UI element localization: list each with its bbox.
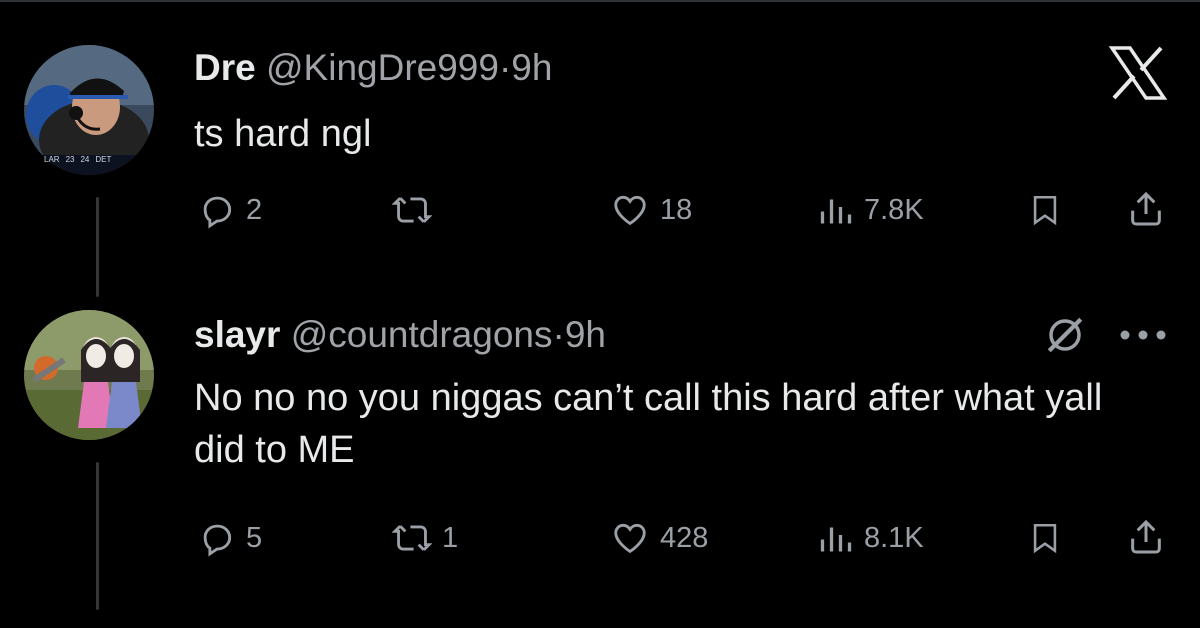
tweet-text: No no no you niggas can’t call this hard… xyxy=(194,377,1103,471)
views-icon xyxy=(820,527,852,552)
reply-icon xyxy=(203,196,232,229)
bookmark-icon xyxy=(1033,195,1057,226)
tweet-header: slayr @countdragons·9h xyxy=(194,313,606,357)
views-icon xyxy=(820,199,852,224)
reply-button[interactable]: 2 xyxy=(198,191,262,229)
separator-dot: · xyxy=(498,47,512,88)
tweet-header: Dre @KingDre999·9h xyxy=(194,46,552,90)
tweet-text: ts hard ngl xyxy=(194,113,372,155)
top-divider xyxy=(0,0,1200,2)
x-logo-icon[interactable] xyxy=(1108,46,1168,105)
like-count: 18 xyxy=(660,193,693,226)
views-button[interactable]: 7.8K xyxy=(818,191,924,229)
separator-dot: · xyxy=(552,314,565,355)
repost-button[interactable]: 1 xyxy=(392,519,458,557)
reply-count: 5 xyxy=(246,521,263,554)
views-count: 7.8K xyxy=(864,193,924,226)
timestamp[interactable]: 9h xyxy=(565,314,606,355)
like-button[interactable]: 428 xyxy=(610,519,708,557)
bookmark-button[interactable] xyxy=(1028,191,1062,229)
repost-button[interactable] xyxy=(392,191,442,229)
like-count: 428 xyxy=(660,521,709,554)
scoreboard-score-a: 23 xyxy=(65,155,75,164)
repost-count: 1 xyxy=(442,521,459,554)
like-button[interactable]: 18 xyxy=(610,191,692,229)
views-button[interactable]: 8.1K xyxy=(818,519,924,557)
reply-button[interactable]: 5 xyxy=(198,519,262,557)
reply-count: 2 xyxy=(246,193,263,226)
share-button[interactable] xyxy=(1126,517,1166,557)
views-count: 8.1K xyxy=(864,521,924,554)
scoreboard-team-a: LAR xyxy=(44,155,60,164)
scoreboard-team-b: DET xyxy=(95,155,112,164)
user-handle[interactable]: @countdragons xyxy=(291,314,553,355)
bookmark-button[interactable] xyxy=(1028,519,1062,557)
bookmark-icon xyxy=(1033,523,1057,554)
scoreboard-score-b: 24 xyxy=(80,155,90,164)
repost-icon xyxy=(392,525,432,551)
share-icon xyxy=(1131,191,1161,226)
share-button[interactable] xyxy=(1126,189,1166,229)
grok-icon[interactable] xyxy=(1044,314,1086,361)
avatar[interactable] xyxy=(24,310,154,440)
share-icon xyxy=(1131,519,1161,554)
repost-icon xyxy=(392,197,432,223)
tweet-actions: 5 1 428 8.1K xyxy=(0,517,1200,567)
display-name[interactable]: slayr xyxy=(194,314,280,355)
user-handle[interactable]: @KingDre999 xyxy=(266,47,499,88)
avatar-scoreboard: LAR 23 24 DET xyxy=(44,155,111,164)
reply-icon xyxy=(203,524,232,557)
tweet-actions: 2 18 7.8K xyxy=(0,185,1200,235)
more-icon[interactable] xyxy=(1118,328,1168,347)
like-icon xyxy=(614,523,646,554)
like-icon xyxy=(614,195,646,226)
timestamp[interactable]: 9h xyxy=(511,47,552,88)
display-name[interactable]: Dre xyxy=(194,47,256,88)
